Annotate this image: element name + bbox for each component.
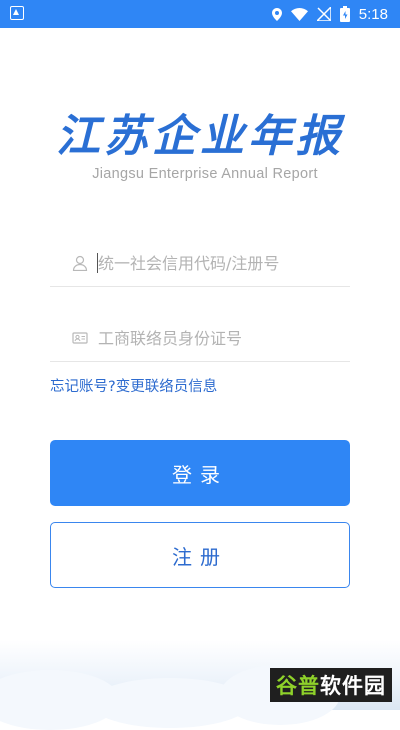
- register-button-label: 注册: [172, 544, 228, 569]
- app-logo-subtitle: Jiangsu Enterprise Annual Report: [92, 166, 318, 182]
- login-button[interactable]: 登录: [50, 440, 350, 506]
- watermark-logo: 谷普 软件园: [270, 668, 392, 702]
- id-card-icon: [72, 332, 88, 344]
- credit-code-input[interactable]: [98, 248, 343, 278]
- user-icon: [72, 255, 88, 271]
- register-button[interactable]: 注册: [50, 522, 350, 588]
- watermark-part-1: 谷普: [276, 674, 320, 698]
- app-logo-title: 江苏企业年报: [56, 111, 344, 162]
- status-time: 5:18: [358, 5, 388, 23]
- watermark-part-2: 软件园: [320, 674, 386, 698]
- id-number-input[interactable]: [98, 323, 343, 353]
- id-number-field: [50, 315, 350, 362]
- change-contact-link[interactable]: 变更联络员信息: [116, 379, 218, 395]
- no-sim-icon: [316, 7, 331, 21]
- credit-code-field: [50, 240, 350, 287]
- battery-icon: [339, 6, 350, 22]
- app-notification-icon: [10, 6, 24, 20]
- wifi-icon: [290, 7, 308, 21]
- status-bar: 5:18: [0, 0, 400, 28]
- forgot-account-link[interactable]: 忘记账号?: [50, 379, 116, 395]
- status-icons: 5:18: [271, 4, 388, 24]
- help-links: 忘记账号?变更联络员信息: [50, 375, 217, 396]
- login-button-label: 登录: [172, 462, 228, 487]
- location-icon: [271, 7, 282, 21]
